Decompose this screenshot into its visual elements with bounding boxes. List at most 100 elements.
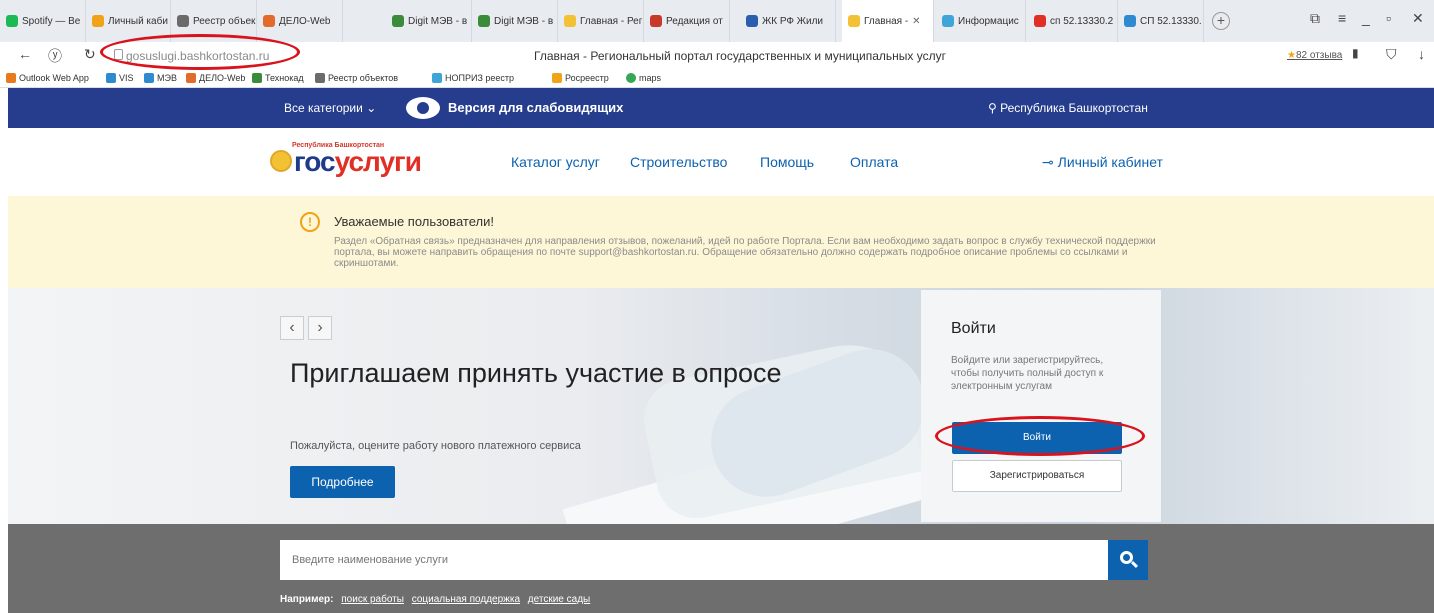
slider-prev-icon[interactable]: ‹ [280,316,304,340]
browser-tab[interactable]: ЖК РФ Жили [740,0,836,42]
bookmark-favicon-icon [552,73,562,83]
hero-banner: ‹ › Приглашаем принять участие в опросе … [8,288,1434,524]
search-input[interactable] [280,540,1108,580]
tab-favicon-icon [263,15,275,27]
menu-payment[interactable]: Оплата [850,154,898,170]
outlook-icon [6,73,16,83]
tab-favicon-icon [1124,15,1136,27]
notice-text: Раздел «Обратная связь» предназначен для… [334,236,1156,269]
site-top-bar: Все категории ⌄ Версия для слабовидящих … [8,88,1434,128]
browser-tab[interactable]: сп 52.13330.2 [1028,0,1118,42]
example-link[interactable]: социальная поддержка [412,594,520,605]
menu-help[interactable]: Помощь [760,154,814,170]
browser-tab[interactable]: СП 52.13330. [1118,0,1204,42]
bookmark-item[interactable]: ДЕЛО-Web [186,73,245,83]
browser-tab[interactable]: Главная - Рег [558,0,644,42]
reload-icon[interactable]: ↻ [84,46,96,63]
bookmark-item[interactable]: Росреестр [552,73,609,83]
hero-subtitle: Пожалуйста, оцените работу нового платеж… [290,440,581,452]
bookmark-favicon-icon [315,73,325,83]
bookmark-favicon-icon [432,73,442,83]
reviews-link[interactable]: ★82 отзыва [1287,50,1342,61]
tab-favicon-icon [92,15,104,27]
bookmark-favicon-icon [144,73,154,83]
categories-dropdown[interactable]: Все категории ⌄ [284,101,376,115]
browser-tab[interactable]: Редакция от [644,0,730,42]
search-examples: Например: поиск работы социальная поддер… [280,594,591,605]
bookmark-item[interactable]: Outlook Web App [6,73,89,83]
bookmark-item[interactable]: Реестр объектов [315,73,398,83]
bookmark-favicon-icon [106,73,116,83]
bookmark-icon[interactable]: ▮ [1352,46,1359,60]
bookmarks-bar: Outlook Web App VIS МЭВ ДЕЛО-Web Технока… [0,70,1434,88]
key-icon: ⊸ [1042,154,1054,170]
tab-favicon-icon [564,15,576,27]
chevron-down-icon: ⌄ [366,101,377,115]
notice-banner: ! Уважаемые пользователи! Раздел «Обратн… [8,196,1434,288]
eye-icon[interactable] [406,97,440,119]
slider-next-icon[interactable]: › [308,316,332,340]
tab-favicon-icon [942,15,954,27]
emblem-icon [270,150,292,172]
browser-tab-active[interactable]: Главная - ✕ [842,0,934,42]
minimize-icon[interactable]: _ [1362,10,1370,26]
logo[interactable]: госуслуги [294,146,422,178]
more-button[interactable]: Подробнее [290,466,395,498]
bookmark-item[interactable]: VIS [106,73,134,83]
tab-close-icon[interactable]: ✕ [912,16,920,27]
site-header: Республика Башкортостан госуслуги Катало… [8,128,1434,196]
tab-favicon-icon [848,15,860,27]
tab-favicon-icon [478,15,490,27]
notice-title: Уважаемые пользователи! [334,214,494,229]
annotation-circle-url [100,34,300,70]
browser-menu-icon[interactable]: ≡ [1338,10,1346,26]
bookmark-item[interactable]: Технокад [252,73,304,83]
browser-tab[interactable]: Digit МЭВ - в [472,0,558,42]
map-pin-icon [626,73,636,83]
login-text: Войдите или зарегистрируйтесь, чтобы пол… [951,355,1104,392]
low-vision-link[interactable]: Версия для слабовидящих [448,100,623,115]
protect-icon[interactable]: ⛉ [1386,46,1397,63]
bookmark-favicon-icon [186,73,196,83]
new-tab-icon[interactable]: + [1212,12,1230,30]
tabs-menu-icon[interactable]: ⧉ [1310,10,1320,27]
browser-tab[interactable]: ДЕЛО-Web [257,0,343,42]
example-link[interactable]: детские сады [528,594,590,605]
close-window-icon[interactable]: ✕ [1412,10,1424,27]
search-section: Например: поиск работы социальная поддер… [8,524,1434,613]
hero-title: Приглашаем принять участие в опросе [290,358,782,388]
tab-favicon-icon [6,15,18,27]
search-button[interactable] [1108,540,1148,580]
tab-favicon-icon [392,15,404,27]
yandex-icon[interactable]: ⓨ [48,46,62,66]
star-icon: ★ [1287,50,1296,61]
tab-favicon-icon [650,15,662,27]
page-title: Главная - Региональный портал государств… [534,49,946,63]
restore-icon[interactable]: ▫ [1386,10,1391,26]
back-arrow-icon[interactable]: ← [18,46,32,62]
region-selector[interactable]: ⚲ Республика Башкортостан [988,101,1148,115]
slider-arrows: ‹ › [280,316,336,340]
personal-cabinet-link[interactable]: ⊸ Личный кабинет [1042,154,1163,171]
browser-tab[interactable]: Digit МЭВ - в [386,0,472,42]
search-icon-handle [1130,560,1139,569]
warning-icon: ! [300,212,320,232]
location-pin-icon: ⚲ [988,101,997,115]
login-title: Войти [951,320,996,337]
tab-favicon-icon [177,15,189,27]
register-button[interactable]: Зарегистрироваться [952,460,1122,492]
download-icon[interactable]: ↓ [1418,46,1425,62]
menu-catalog[interactable]: Каталог услуг [511,154,600,170]
browser-tab[interactable]: Информацис [936,0,1026,42]
bookmark-favicon-icon [252,73,262,83]
bookmark-item[interactable]: maps [626,73,661,83]
tab-favicon-icon [1034,15,1046,27]
example-link[interactable]: поиск работы [341,594,404,605]
annotation-circle-login [935,416,1145,456]
menu-construction[interactable]: Строительство [630,154,727,170]
tab-favicon-icon [746,15,758,27]
bookmark-item[interactable]: НОПРИЗ реестр [432,73,514,83]
bookmark-item[interactable]: МЭВ [144,73,177,83]
browser-tab[interactable]: Spotify — Be [0,0,86,42]
login-panel: Войти Войдите или зарегистрируйтесь, что… [921,290,1161,522]
